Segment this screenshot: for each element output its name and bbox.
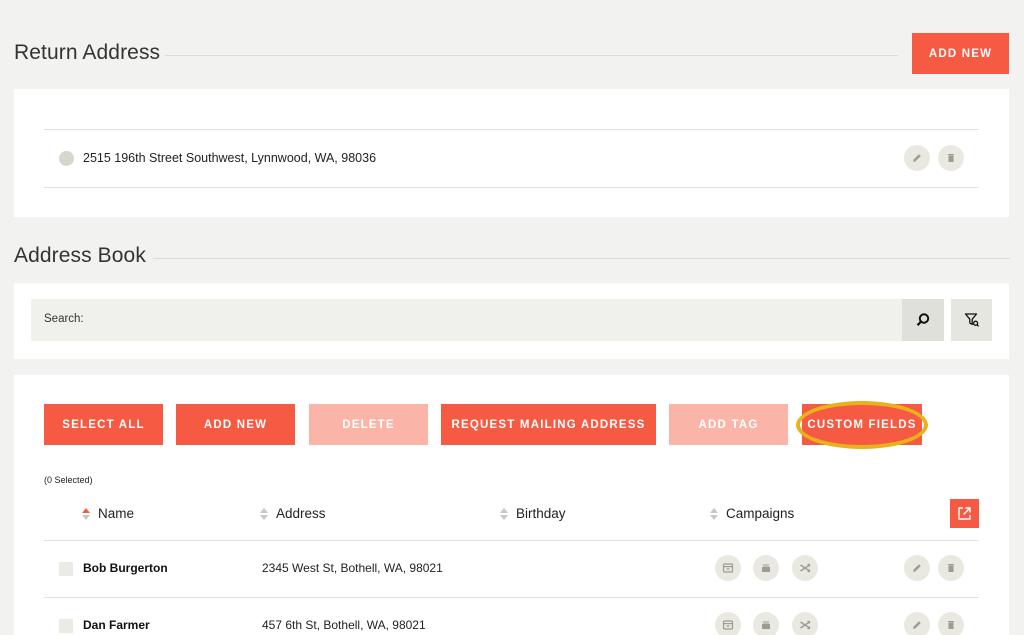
campaign-button[interactable]: [792, 555, 818, 581]
add-new-contact-button[interactable]: ADD NEW: [176, 404, 295, 445]
pencil-icon: [913, 621, 921, 629]
campaign-button[interactable]: [792, 612, 818, 635]
return-address-radio[interactable]: [59, 151, 74, 166]
column-label-campaigns: Campaigns: [726, 506, 795, 521]
edit-contact-button[interactable]: [904, 555, 930, 581]
row-address: 2345 West St, Bothell, WA, 98021: [262, 561, 443, 575]
search-input[interactable]: [31, 299, 902, 341]
row-checkbox[interactable]: [59, 619, 73, 633]
sort-icon: [500, 507, 508, 520]
campaign-button[interactable]: [753, 612, 779, 635]
sort-icon: [710, 507, 718, 520]
filter-icon: [964, 313, 979, 327]
selected-count: (0 Selected): [44, 475, 93, 485]
divider: [44, 129, 979, 130]
row-checkbox[interactable]: [59, 562, 73, 576]
cake-icon: [762, 564, 770, 572]
cake-icon: [762, 621, 770, 629]
campaign-button[interactable]: [715, 555, 741, 581]
divider: [44, 540, 979, 541]
column-header-address[interactable]: Address: [260, 506, 326, 521]
delete-contacts-button[interactable]: DELETE: [309, 404, 428, 445]
shuffle-icon: [800, 620, 811, 630]
campaign-button[interactable]: [753, 555, 779, 581]
edit-contact-button[interactable]: [904, 612, 930, 635]
row-name: Dan Farmer: [83, 618, 150, 632]
pencil-icon: [913, 564, 921, 572]
divider: [44, 597, 979, 598]
return-address-text: 2515 196th Street Southwest, Lynnwood, W…: [83, 151, 377, 165]
custom-fields-button[interactable]: CUSTOM FIELDS: [802, 404, 922, 445]
column-header-birthday[interactable]: Birthday: [500, 506, 566, 521]
column-label-name: Name: [98, 506, 135, 521]
add-tag-button[interactable]: ADD TAG: [669, 404, 788, 445]
delete-return-address-button[interactable]: [938, 145, 964, 171]
divider: [44, 187, 979, 188]
column-header-campaigns[interactable]: Campaigns: [710, 506, 794, 521]
search-button[interactable]: [902, 299, 944, 341]
edit-return-address-button[interactable]: [904, 145, 930, 171]
export-icon: [958, 507, 971, 520]
request-mailing-address-button[interactable]: REQUEST MAILING ADDRESS: [441, 404, 656, 445]
trash-icon: [948, 621, 954, 629]
title-divider: [165, 55, 898, 56]
return-address-add-new-button[interactable]: ADD NEW: [912, 33, 1009, 74]
row-name: Bob Burgerton: [83, 561, 168, 575]
shuffle-icon: [800, 563, 811, 573]
column-label-birthday: Birthday: [516, 506, 566, 521]
delete-contact-button[interactable]: [938, 555, 964, 581]
title-divider: [153, 258, 1010, 259]
select-all-button[interactable]: SELECT ALL: [44, 404, 163, 445]
search-icon: [916, 313, 930, 326]
search-label: Search:: [44, 313, 84, 325]
archive-box-icon: [722, 620, 734, 630]
archive-box-icon: [722, 563, 734, 573]
trash-icon: [948, 564, 954, 572]
return-address-title: Return Address: [14, 41, 161, 64]
pencil-icon: [913, 154, 921, 162]
column-header-name[interactable]: Name: [82, 506, 134, 521]
row-address: 457 6th St, Bothell, WA, 98021: [262, 618, 426, 632]
delete-contact-button[interactable]: [938, 612, 964, 635]
column-label-address: Address: [276, 506, 326, 521]
sort-icon: [260, 507, 268, 520]
trash-icon: [948, 154, 954, 162]
filter-button[interactable]: [951, 299, 992, 341]
address-book-title: Address Book: [14, 244, 146, 267]
export-button[interactable]: [950, 499, 979, 528]
campaign-button[interactable]: [715, 612, 741, 635]
sort-icon: [82, 507, 90, 520]
